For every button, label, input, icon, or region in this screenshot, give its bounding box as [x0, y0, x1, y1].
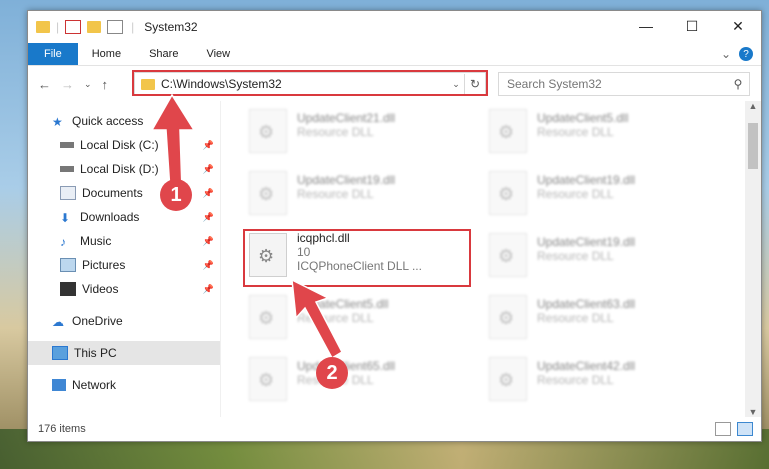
pin-icon[interactable]: 📌 [203, 188, 214, 199]
quick-access-toolbar: | [28, 20, 124, 34]
file-explorer-window: | | System32 — ☐ ✕ File Home Share View … [27, 10, 762, 442]
tiles-view-icon[interactable] [737, 422, 753, 436]
pin-icon[interactable]: 📌 [203, 284, 214, 295]
file-list: UpdateClient21.dllResource DLL UpdateCli… [221, 101, 761, 417]
sidebar-item-label: Videos [82, 282, 119, 296]
drive-icon [60, 166, 74, 172]
dll-file-icon [489, 171, 527, 215]
pin-icon[interactable]: 📌 [203, 164, 214, 175]
file-item[interactable]: UpdateClient63.dllResource DLL [485, 291, 705, 349]
sidebar-item-videos[interactable]: Videos 📌 [28, 277, 220, 301]
search-input[interactable] [499, 76, 727, 92]
sidebar-item-label: Network [72, 378, 117, 392]
pin-icon[interactable]: 📌 [203, 140, 214, 151]
file-item[interactable]: UpdateClient42.dllResource DLL [485, 353, 705, 411]
dll-file-icon [249, 109, 287, 153]
sidebar-item-quick-access[interactable]: ★ Quick access [28, 109, 220, 133]
pictures-icon [60, 258, 76, 272]
scrollbar-thumb[interactable] [748, 123, 758, 169]
file-item[interactable]: UpdateClient19.dllResource DLL [245, 167, 465, 225]
sidebar-item-label: Quick access [72, 114, 144, 128]
callout-1: 1 [160, 179, 192, 211]
tab-share[interactable]: Share [135, 43, 192, 65]
dll-file-icon [489, 109, 527, 153]
sidebar-item-label: Local Disk (D:) [80, 162, 159, 176]
address-row: ← → ⌄ ↑ C:\Windows\System32 ⌄ ↻ ⚲ [28, 66, 761, 102]
sidebar-item-label: Local Disk (C:) [80, 138, 159, 152]
file-item[interactable]: UpdateClient5.dllResource DLL [245, 291, 465, 349]
folder-icon [36, 21, 50, 33]
details-view-icon[interactable] [715, 422, 731, 436]
navigation-pane: ★ Quick access Local Disk (C:) 📌 Local D… [28, 101, 221, 417]
vertical-scrollbar[interactable]: ▲ ▼ [745, 101, 761, 417]
file-item[interactable]: UpdateClient5.dllResource DLL [485, 105, 705, 163]
pin-icon[interactable]: 📌 [203, 236, 214, 247]
downloads-icon: ⬇ [60, 211, 71, 225]
documents-icon [60, 186, 76, 200]
properties-icon[interactable] [65, 20, 82, 34]
scroll-down-icon[interactable]: ▼ [745, 407, 761, 417]
sidebar-item-label: Music [80, 234, 112, 248]
dll-file-icon [249, 171, 287, 215]
new-folder-icon[interactable] [87, 21, 102, 33]
status-bar: 176 items [28, 417, 761, 441]
help-icon[interactable]: ? [739, 47, 753, 61]
customize-toolbar-icon[interactable] [107, 20, 124, 34]
maximize-button[interactable]: ☐ [669, 11, 715, 41]
music-icon: ♪ [60, 235, 66, 249]
sidebar-item-label: OneDrive [72, 314, 123, 328]
forward-button[interactable]: → [61, 77, 74, 92]
dll-file-icon [249, 357, 287, 401]
file-item[interactable]: UpdateClient19.dllResource DLL [485, 229, 705, 287]
dll-file-icon [489, 233, 527, 277]
callout-2: 2 [316, 357, 348, 389]
sidebar-item-this-pc[interactable]: This PC [28, 341, 220, 365]
tab-view[interactable]: View [192, 43, 244, 65]
sidebar-item-pictures[interactable]: Pictures 📌 [28, 253, 220, 277]
file-highlight [243, 229, 471, 287]
sidebar-item-local-disk-d[interactable]: Local Disk (D:) 📌 [28, 157, 220, 181]
up-button[interactable]: ↑ [102, 77, 109, 92]
file-item[interactable]: UpdateClient19.dllResource DLL [485, 167, 705, 225]
search-icon[interactable]: ⚲ [727, 77, 749, 91]
cloud-icon: ☁ [52, 315, 64, 329]
sidebar-item-network[interactable]: Network [28, 373, 220, 397]
search-box[interactable]: ⚲ [498, 72, 750, 96]
computer-icon [52, 346, 68, 360]
close-button[interactable]: ✕ [715, 11, 761, 41]
expand-ribbon-icon[interactable]: ⌄ [721, 47, 731, 61]
pin-icon[interactable]: 📌 [203, 212, 214, 223]
file-item[interactable]: UpdateClient65.dllResource DLL [245, 353, 465, 411]
sidebar-item-onedrive[interactable]: ☁ OneDrive [28, 309, 220, 333]
tab-file[interactable]: File [28, 43, 78, 65]
sidebar-item-downloads[interactable]: ⬇ Downloads 📌 [28, 205, 220, 229]
file-item[interactable]: UpdateClient21.dllResource DLL [245, 105, 465, 163]
videos-icon [60, 282, 76, 296]
sidebar-item-label: Documents [82, 186, 143, 200]
sidebar-item-label: Downloads [80, 210, 140, 224]
sidebar-item-music[interactable]: ♪ Music 📌 [28, 229, 220, 253]
sidebar-item-label: Pictures [82, 258, 126, 272]
sidebar-item-local-disk-c[interactable]: Local Disk (C:) 📌 [28, 133, 220, 157]
tab-home[interactable]: Home [78, 43, 135, 65]
star-icon: ★ [52, 115, 63, 129]
minimize-button[interactable]: — [623, 11, 669, 41]
ribbon-tabs: File Home Share View ⌄ ? [28, 43, 761, 66]
back-button[interactable]: ← [38, 77, 51, 92]
scroll-up-icon[interactable]: ▲ [745, 101, 761, 111]
address-highlight [132, 70, 488, 96]
pin-icon[interactable]: 📌 [203, 260, 214, 271]
item-count: 176 items [38, 423, 86, 435]
recent-locations-button[interactable]: ⌄ [84, 79, 92, 90]
drive-icon [60, 142, 74, 148]
sidebar-item-label: This PC [74, 346, 117, 360]
dll-file-icon [489, 295, 527, 339]
window-title: System32 [144, 20, 198, 34]
network-icon [52, 379, 66, 391]
dll-file-icon [249, 295, 287, 339]
title-bar: | | System32 — ☐ ✕ [28, 11, 761, 43]
dll-file-icon [489, 357, 527, 401]
